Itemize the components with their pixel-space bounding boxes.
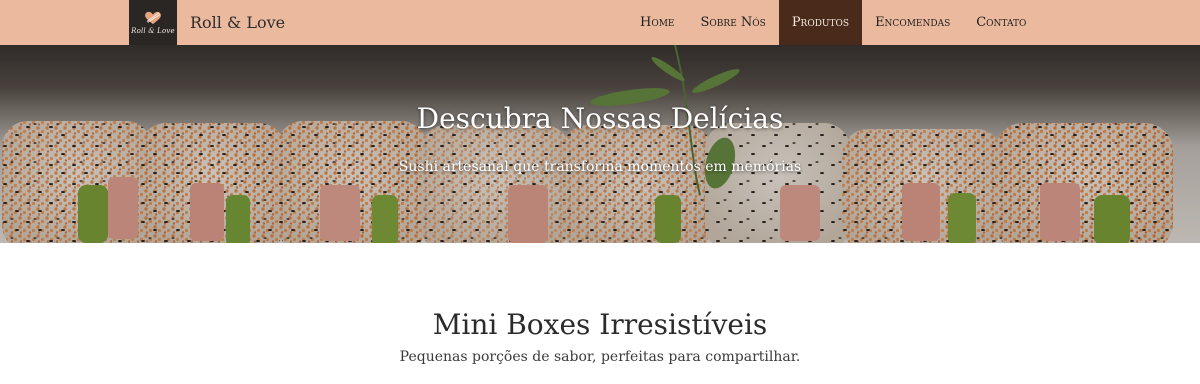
hero-subtitle: Sushi artesanal que transforma momentos … bbox=[398, 159, 802, 175]
nav-contato[interactable]: Contato bbox=[963, 0, 1039, 45]
logo[interactable]: Roll & Love bbox=[129, 0, 177, 45]
nav-home[interactable]: Home bbox=[627, 0, 688, 45]
hero-overlay bbox=[0, 45, 1200, 243]
hero-banner: Descubra Nossas Delícias Sushi artesanal… bbox=[0, 45, 1200, 243]
nav-menu: Home Sobre Nós Produtos Encomendas Conta… bbox=[627, 0, 1039, 45]
brand-name[interactable]: Roll & Love bbox=[190, 0, 285, 45]
nav-sobre-nos[interactable]: Sobre Nós bbox=[688, 0, 779, 45]
navbar: Roll & Love Roll & Love Home Sobre Nós P… bbox=[0, 0, 1200, 46]
section-subtitle: Pequenas porções de sabor, perfeitas par… bbox=[399, 349, 801, 365]
nav-produtos[interactable]: Produtos bbox=[778, 0, 863, 45]
section-title: Mini Boxes Irresistíveis bbox=[432, 308, 768, 341]
heart-chopsticks-icon bbox=[145, 11, 161, 24]
logo-text: Roll & Love bbox=[131, 26, 175, 35]
nav-encomendas[interactable]: Encomendas bbox=[862, 0, 963, 45]
hero-title: Descubra Nossas Delícias bbox=[416, 102, 784, 135]
